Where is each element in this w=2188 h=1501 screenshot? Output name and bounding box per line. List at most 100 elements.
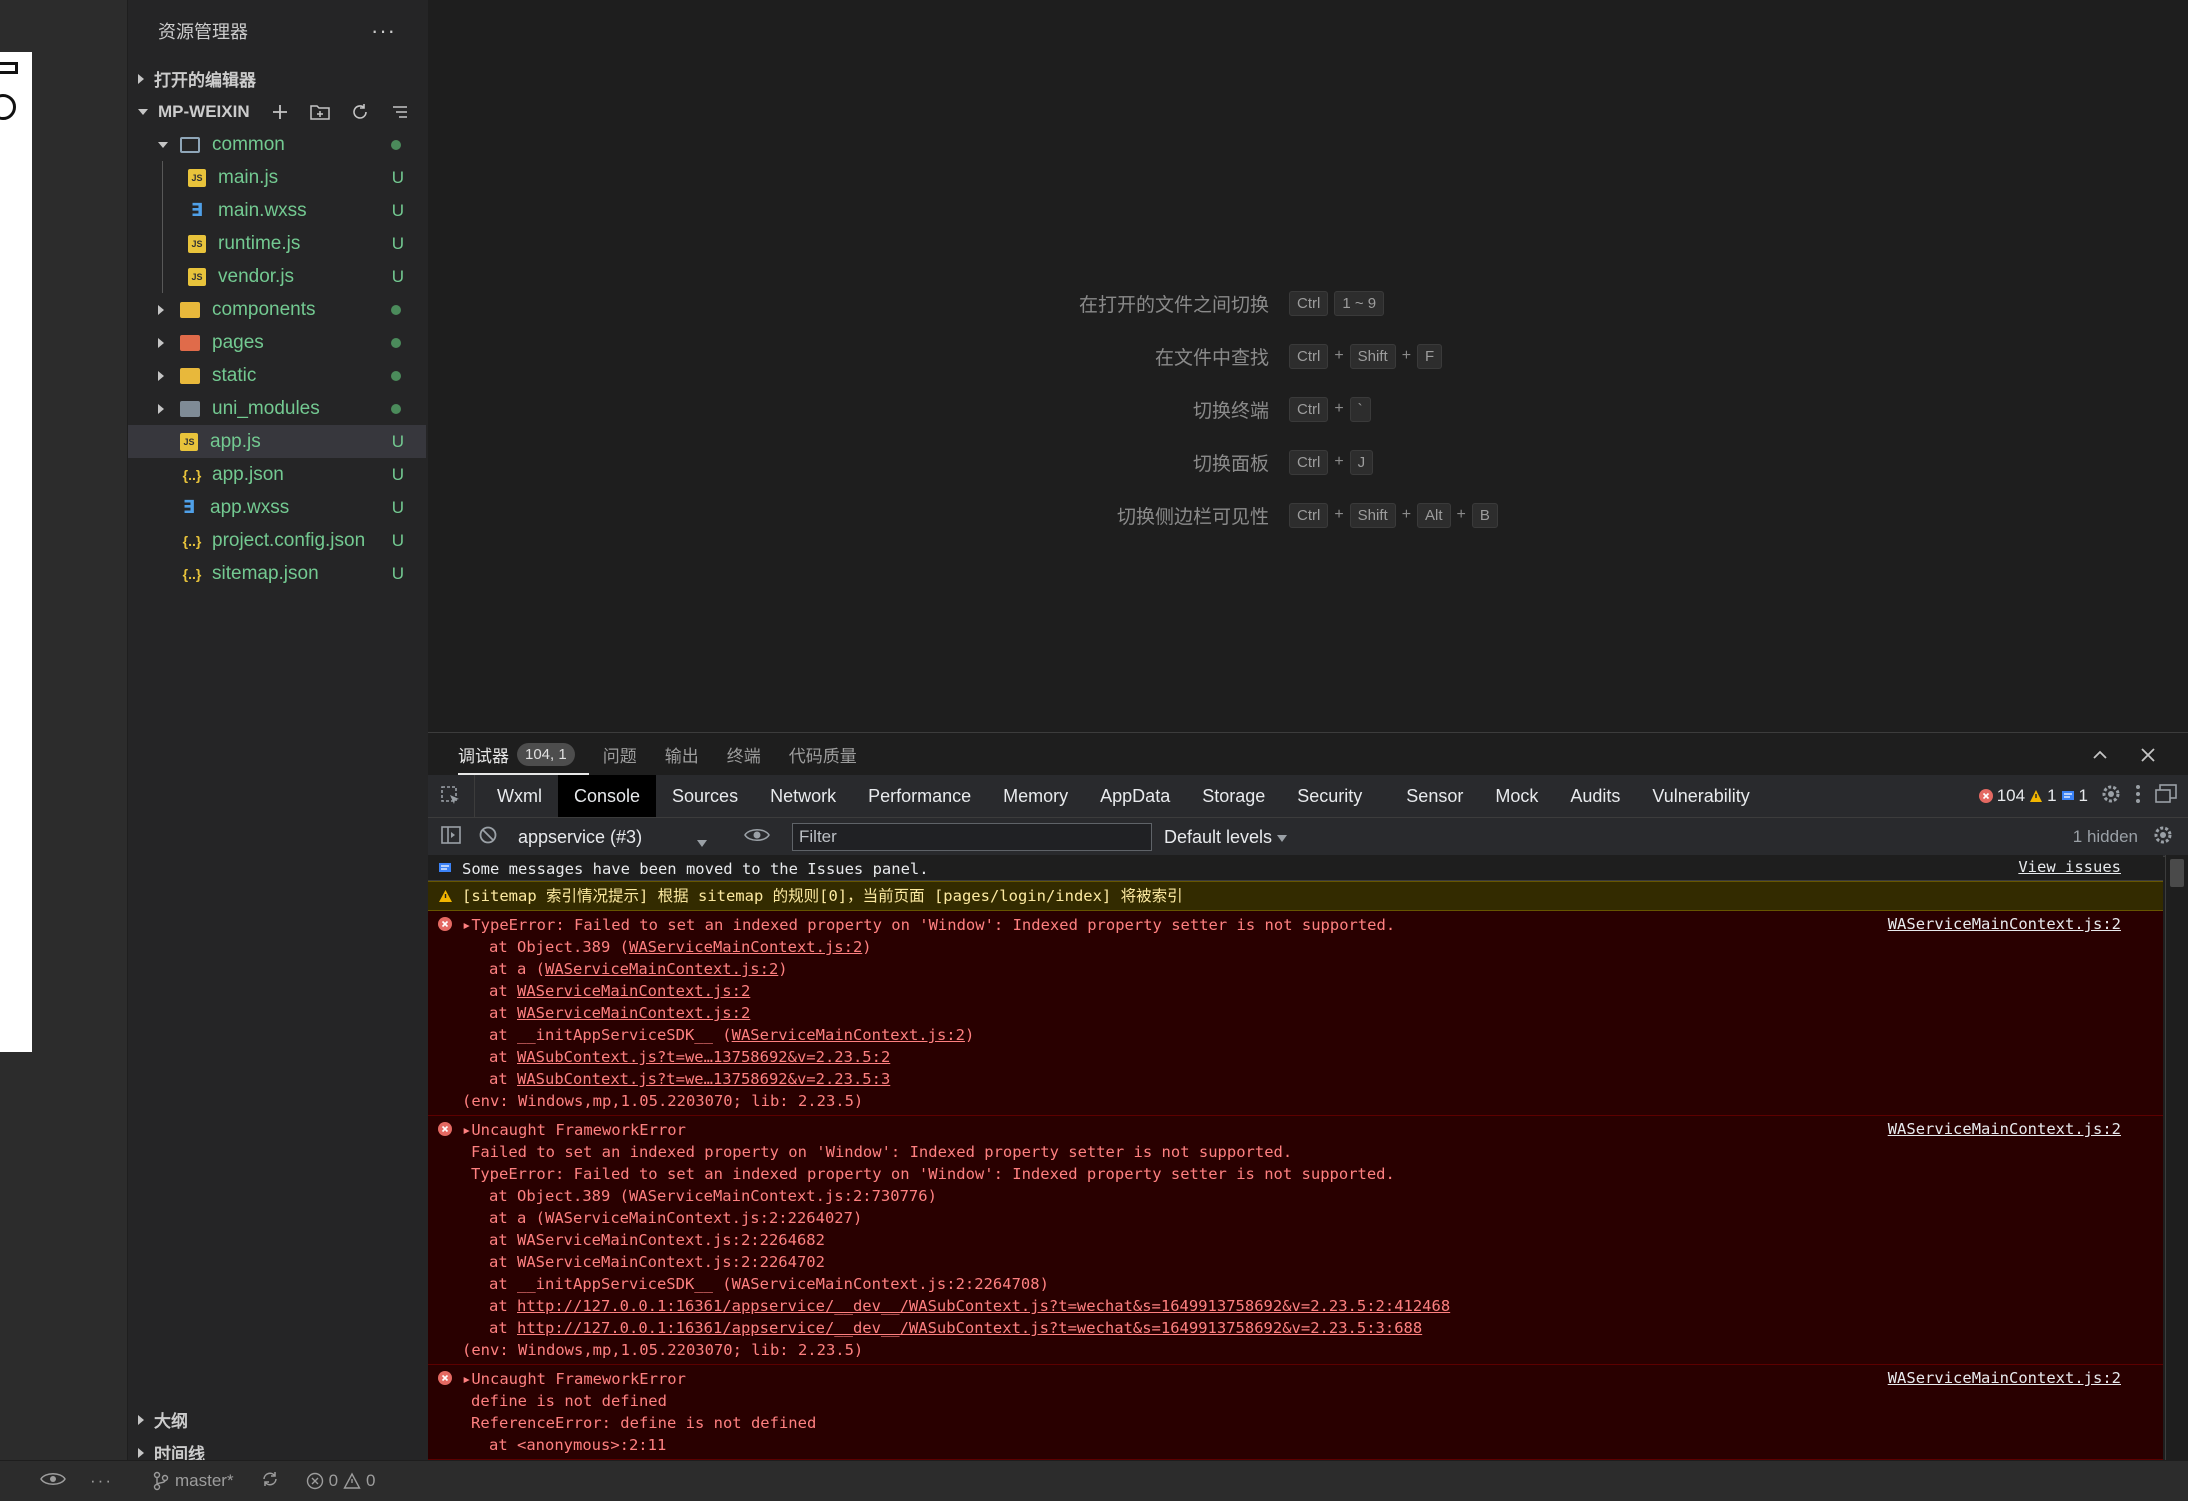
tree-item[interactable]: uni_modules: [128, 392, 426, 425]
scrollbar-thumb[interactable]: [2170, 859, 2184, 887]
open-editors-section[interactable]: 打开的编辑器: [128, 62, 426, 95]
clear-console-icon[interactable]: [478, 825, 498, 850]
panel-tab[interactable]: 调试器 104, 1: [458, 742, 589, 775]
devtools-tab[interactable]: Storage: [1186, 775, 1281, 817]
live-expression-eye-icon[interactable]: [744, 826, 770, 849]
devtools-tab[interactable]: Mock: [1479, 775, 1554, 817]
devtools-tab[interactable]: Console: [557, 775, 657, 817]
capsule-button-icon[interactable]: [0, 94, 16, 120]
stack-text: at a (WAServiceMainContext.js:2:2264027): [489, 1209, 863, 1227]
stack-text: ReferenceError: define is not defined: [471, 1414, 817, 1432]
devtools-tab[interactable]: Network: [754, 775, 852, 817]
new-folder-icon[interactable]: [308, 100, 332, 124]
keycap: J: [1349, 449, 1374, 475]
context-selector[interactable]: appservice (#3): [518, 827, 708, 848]
sync-icon[interactable]: [260, 1469, 280, 1494]
stack-link[interactable]: WAServiceMainContext.js:2: [517, 982, 750, 1000]
stack-line: at WAServiceMainContext.js:2: [462, 980, 2163, 1002]
outline-section[interactable]: 大纲: [128, 1403, 426, 1436]
console-settings-gear-icon[interactable]: [2152, 824, 2174, 851]
console-toolbar: appservice (#3) Default levels 1 hidden: [428, 818, 2188, 857]
tree-item[interactable]: JS main.js U: [128, 161, 426, 194]
problems-indicator[interactable]: 0 0: [306, 1471, 376, 1491]
git-status-untracked: U: [391, 167, 404, 187]
panel-tab[interactable]: 问题: [603, 742, 651, 775]
console-scrollbar[interactable]: [2165, 855, 2188, 1461]
source-link[interactable]: WAServiceMainContext.js:2: [1888, 1369, 2121, 1387]
stack-link[interactable]: WAServiceMainContext.js:2: [517, 1004, 750, 1022]
more-vertical-icon[interactable]: [2134, 783, 2142, 810]
devtools-tab[interactable]: Security: [1281, 775, 1378, 817]
chevron-right-icon: [158, 403, 164, 414]
devtools-tab[interactable]: Performance: [852, 775, 987, 817]
stack-link[interactable]: WASubContext.js?t=we…13758692&v=2.23.5:3: [517, 1070, 890, 1088]
inspect-element-icon[interactable]: [428, 785, 474, 807]
sidebar-toggle-icon[interactable]: [440, 824, 462, 851]
more-actions-icon[interactable]: ···: [371, 18, 396, 44]
devtools-tab[interactable]: Vulnerability: [1636, 775, 1765, 817]
undock-icon[interactable]: [2154, 783, 2178, 810]
stack-line: Failed to set an indexed property on 'Wi…: [462, 1141, 2163, 1163]
log-levels-dropdown[interactable]: Default levels: [1164, 827, 1288, 848]
tree-item[interactable]: ∃ app.wxss U: [128, 491, 426, 524]
status-more-icon[interactable]: ···: [90, 1471, 113, 1491]
panel-tab[interactable]: 终端: [727, 742, 775, 775]
shortcut-label: 切换终端: [1192, 400, 1269, 422]
refresh-icon[interactable]: [348, 100, 372, 124]
devtools-tab[interactable]: Sensor: [1390, 775, 1479, 817]
project-section[interactable]: MP-WEIXIN: [128, 95, 426, 128]
devtools-tab[interactable]: Sources: [656, 775, 754, 817]
stack-link[interactable]: http://127.0.0.1:16361/appservice/__dev_…: [517, 1319, 1422, 1337]
git-branch[interactable]: master*: [153, 1471, 234, 1491]
source-link[interactable]: WAServiceMainContext.js:2: [1888, 1120, 2121, 1138]
devtools-tab[interactable]: Audits: [1554, 775, 1636, 817]
panel-tab[interactable]: 代码质量: [789, 742, 871, 775]
source-link[interactable]: WAServiceMainContext.js:2: [1888, 915, 2121, 933]
stack-text: at: [489, 1319, 517, 1337]
maximize-panel-icon[interactable]: [2090, 745, 2110, 770]
devtools-tab[interactable]: Wxml: [481, 775, 558, 817]
devtools-tab[interactable]: Memory: [987, 775, 1084, 817]
tree-item[interactable]: components: [128, 293, 426, 326]
preview-eye-icon[interactable]: [40, 1471, 66, 1492]
new-file-icon[interactable]: [268, 100, 292, 124]
stack-line: at __initAppServiceSDK__ (WAServiceMainC…: [462, 1273, 2163, 1295]
panel-tab-label: 代码质量: [788, 747, 857, 766]
tree-item[interactable]: JS app.js U: [128, 425, 426, 458]
error-count-badge[interactable]: 104 1 1: [1978, 786, 2088, 806]
stack-link[interactable]: WAServiceMainContext.js:2: [545, 960, 778, 978]
close-panel-icon[interactable]: [2138, 745, 2158, 770]
stack-link[interactable]: WAServiceMainContext.js:2: [629, 938, 862, 956]
tree-item[interactable]: common: [128, 128, 426, 161]
view-issues-link[interactable]: View issues: [2018, 858, 2121, 876]
filter-input[interactable]: [792, 823, 1152, 851]
stack-text: ▸Uncaught FrameworkError: [462, 1370, 686, 1388]
stack-link[interactable]: WAServiceMainContext.js:2: [732, 1026, 965, 1044]
stack-link[interactable]: WASubContext.js?t=we…13758692&v=2.23.5:2: [517, 1048, 890, 1066]
tree-item[interactable]: JS runtime.js U: [128, 227, 426, 260]
tree-item-label: app.json: [212, 463, 284, 485]
stack-text: at <anonymous>:2:11: [489, 1436, 667, 1454]
stack-text: (env: Windows,mp,1.05.2203070; lib: 2.23…: [462, 1092, 864, 1110]
devtools-tab[interactable]: AppData: [1084, 775, 1186, 817]
tree-item[interactable]: static: [128, 359, 426, 392]
stack-line: at Object.389 (WAServiceMainContext.js:2…: [462, 1185, 2163, 1207]
tree-item[interactable]: pages: [128, 326, 426, 359]
simulator-preview[interactable]: [0, 52, 32, 1052]
tree-item[interactable]: {..} sitemap.json U: [128, 557, 426, 590]
stack-line: at http://127.0.0.1:16361/appservice/__d…: [462, 1317, 2163, 1339]
tree-item[interactable]: JS vendor.js U: [128, 260, 426, 293]
stack-link[interactable]: http://127.0.0.1:16361/appservice/__dev_…: [517, 1297, 1450, 1315]
keycap: `: [1349, 396, 1371, 422]
panel-tab[interactable]: 输出: [665, 742, 713, 775]
tree-item[interactable]: {..} app.json U: [128, 458, 426, 491]
tree-item[interactable]: ∃ main.wxss U: [128, 194, 426, 227]
shortcut-label: 在打开的文件之间切换: [1078, 294, 1269, 316]
keycap: B: [1471, 502, 1498, 528]
tree-item[interactable]: {..} project.config.json U: [128, 524, 426, 557]
git-status-untracked: U: [391, 497, 404, 517]
stack-line: at a (WAServiceMainContext.js:2:2264027): [462, 1207, 2163, 1229]
stack-text-after: ): [862, 938, 872, 956]
settings-gear-icon[interactable]: [2100, 783, 2122, 810]
collapse-all-icon[interactable]: [388, 100, 412, 124]
